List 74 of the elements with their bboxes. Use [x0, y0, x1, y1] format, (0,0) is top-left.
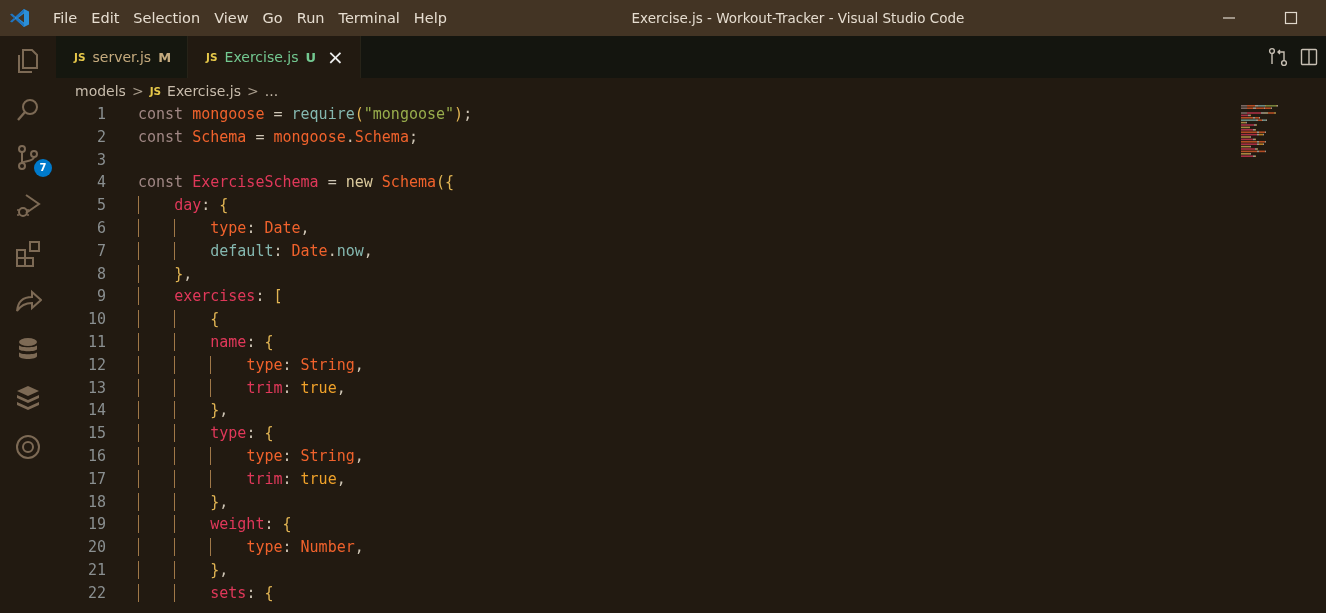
code-line: type: Date, — [138, 217, 310, 240]
js-file-icon: JS — [74, 51, 86, 63]
menu-item[interactable]: Run — [289, 7, 332, 29]
menu-item[interactable]: Selection — [126, 7, 208, 29]
menu-item[interactable]: File — [46, 7, 85, 29]
code-line: }, — [138, 262, 193, 286]
menu-item[interactable]: View — [207, 7, 256, 29]
tab-label: server.js — [92, 49, 152, 65]
app-logo-icon — [8, 7, 30, 29]
line-number: 8 — [95, 263, 106, 285]
line-number: 9 — [95, 286, 106, 308]
code-line: type: { — [138, 422, 274, 445]
code-line: { — [138, 308, 220, 331]
code-line: }, — [138, 490, 229, 514]
code-line: default: Date.now, — [138, 239, 373, 263]
breadcrumb-item[interactable]: Exercise.js — [167, 82, 241, 99]
code-line: weight: { — [138, 513, 292, 537]
code-line: }, — [138, 558, 229, 582]
code-line: type: String, — [138, 353, 364, 377]
line-number: 7 — [95, 240, 106, 262]
maximize-icon[interactable] — [1284, 11, 1298, 25]
chevron-icon: > — [131, 82, 144, 99]
count-badge: 7 — [34, 159, 52, 177]
line-number: 17 — [86, 468, 106, 490]
menu-item[interactable]: Go — [255, 7, 290, 29]
run-debug-icon[interactable] — [14, 191, 42, 219]
code-line: type: String, — [138, 444, 364, 468]
compare-changes-icon[interactable] — [1268, 47, 1288, 67]
chevron-icon: > — [247, 82, 259, 99]
line-number: 10 — [86, 309, 106, 331]
line-number: 22 — [86, 582, 106, 604]
window-title: Exercise.js - Workout-Tracker - Visual Studio Code — [631, 10, 965, 26]
extensions-icon[interactable] — [14, 239, 42, 267]
menu-item[interactable]: Terminal — [331, 7, 407, 29]
breadcrumb-item[interactable]: ... — [264, 82, 279, 99]
split-editor-icon[interactable] — [1300, 48, 1318, 66]
line-number: 13 — [86, 377, 106, 399]
line-number: 12 — [86, 354, 106, 376]
tab-label: Exercise.js — [224, 49, 299, 65]
line-number: 3 — [95, 149, 106, 171]
code-line: const mongoose = require("mongoose"); — [138, 104, 473, 125]
line-number: 4 — [95, 172, 106, 194]
menu-item[interactable]: Help — [406, 7, 454, 29]
line-number: 21 — [86, 559, 106, 581]
line-number: 18 — [86, 491, 106, 513]
code-line: const Schema = mongoose.Schema; — [138, 126, 418, 148]
git-status: M — [158, 49, 172, 65]
stacked-layers-icon[interactable] — [14, 383, 42, 411]
code-line: const ExerciseSchema = new Schema({ — [138, 172, 455, 194]
js-file-icon: JS — [149, 84, 162, 97]
line-number: 19 — [86, 514, 106, 536]
line-number: 16 — [86, 445, 106, 467]
code-line: }, — [138, 399, 229, 423]
line-number: 1 — [95, 104, 106, 125]
line-number: 15 — [86, 423, 106, 445]
line-number: 2 — [95, 126, 106, 148]
close-button[interactable]: × — [327, 47, 344, 67]
line-number: 20 — [86, 537, 106, 559]
code-line: trim: true, — [138, 376, 346, 400]
code-line: name: { — [138, 330, 274, 354]
code-line: type: Number, — [138, 536, 364, 559]
code-line: trim: true, — [138, 467, 346, 491]
git-status: U — [305, 49, 317, 65]
line-number: 5 — [95, 195, 106, 217]
editor-tab[interactable]: JS Exercise.js U × — [188, 36, 361, 78]
line-number: 6 — [95, 218, 106, 239]
line-number: 11 — [86, 331, 106, 353]
code-line: day: { — [138, 194, 229, 217]
breadcrumb-item[interactable]: models — [75, 82, 126, 99]
code-line: exercises: [ — [138, 285, 283, 309]
code-line: sets: { — [138, 581, 274, 605]
line-number: 14 — [86, 400, 106, 422]
js-file-icon: JS — [206, 51, 218, 63]
menu-item[interactable]: Edit — [84, 7, 127, 29]
